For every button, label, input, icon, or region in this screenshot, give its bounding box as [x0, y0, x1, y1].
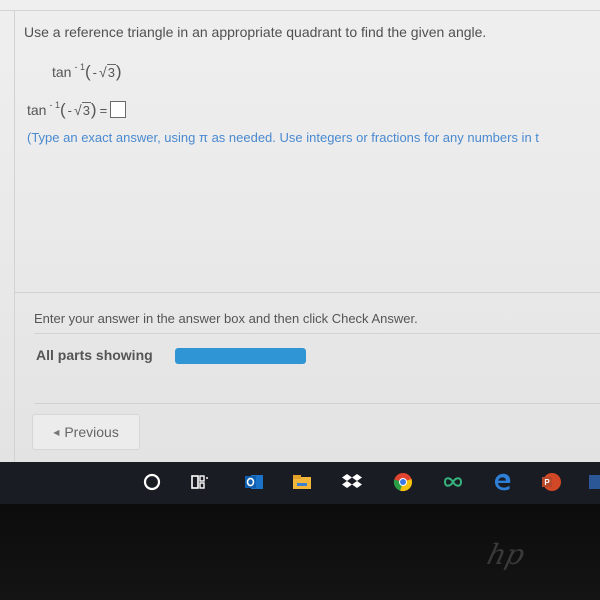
inverse-exponent: - 1 [74, 62, 85, 72]
negative-sign: - [92, 65, 97, 80]
taskbar: P [0, 462, 600, 504]
answer-prompt: tan - 1(- √3) = [27, 100, 127, 120]
radicand: 3 [106, 64, 116, 80]
radical-sign: √ [74, 102, 82, 118]
parts-progress-bar [175, 348, 306, 364]
word-icon[interactable] [588, 471, 600, 493]
svg-text:P: P [544, 478, 550, 487]
equals-sign: = [99, 103, 108, 118]
previous-label: Previous [64, 424, 119, 440]
dropbox-icon[interactable] [341, 471, 363, 493]
task-view-icon[interactable] [189, 471, 211, 493]
radicand: 3 [81, 102, 91, 118]
powerpoint-icon[interactable]: P [540, 471, 562, 493]
status-bottom-divider [34, 403, 600, 404]
chrome-icon[interactable] [392, 471, 414, 493]
answer-input[interactable] [110, 101, 127, 119]
parts-showing-label: All parts showing [36, 347, 153, 363]
status-divider [34, 333, 600, 334]
edge-icon[interactable] [492, 471, 514, 493]
enter-answer-message: Enter your answer in the answer box and … [34, 311, 418, 326]
parts-progress-fill [175, 348, 306, 364]
browser-page: Use a reference triangle in an appropria… [0, 0, 600, 462]
close-paren: ) [90, 100, 97, 119]
question-instruction: Use a reference triangle in an appropria… [24, 24, 487, 40]
radical-sign: √ [99, 64, 107, 80]
negative-sign: - [67, 103, 72, 118]
function-name: tan [52, 64, 72, 80]
top-divider [0, 10, 600, 11]
caret-left-icon: ◀ [53, 427, 60, 437]
function-name: tan [27, 102, 47, 118]
close-paren: ) [115, 62, 122, 81]
inverse-exponent: - 1 [49, 100, 60, 110]
outlook-icon[interactable] [243, 471, 265, 493]
cortana-icon[interactable] [141, 471, 163, 493]
answer-hint: (Type an exact answer, using π as needed… [27, 130, 539, 145]
previous-button[interactable]: ◀ Previous [32, 414, 140, 450]
question-expression: tan - 1(- √3) [52, 62, 122, 82]
open-paren: ( [59, 100, 66, 119]
open-paren: ( [84, 62, 91, 81]
infinity-app-icon[interactable] [442, 471, 464, 493]
status-panel: Enter your answer in the answer box and … [14, 292, 600, 407]
file-explorer-icon[interactable] [291, 471, 313, 493]
